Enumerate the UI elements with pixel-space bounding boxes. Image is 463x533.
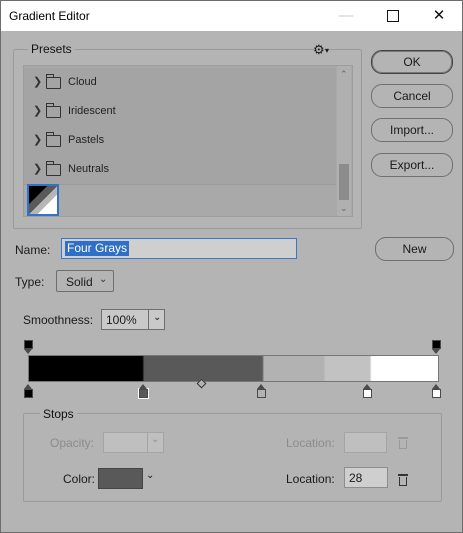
minimize-button[interactable]: — <box>323 1 369 31</box>
chevron-down-icon[interactable]: ⌄ <box>151 434 159 445</box>
opacity-label: Opacity: <box>50 436 95 450</box>
preset-folder-iridescent[interactable]: ❯ Iridescent <box>24 97 336 127</box>
color-label: Color: <box>63 472 96 486</box>
gradient-bar[interactable] <box>28 355 439 382</box>
folder-icon <box>46 161 61 176</box>
chevron-right-icon[interactable]: ❯ <box>33 75 42 88</box>
stops-group <box>23 413 442 502</box>
color-location-value[interactable]: 28 <box>349 471 362 485</box>
title-bar: Gradient Editor — ✕ <box>1 1 462 31</box>
color-stop[interactable] <box>257 384 267 398</box>
preset-folder-label: Pastels <box>68 134 105 146</box>
chevron-right-icon[interactable]: ❯ <box>33 162 42 175</box>
ok-button[interactable]: OK <box>371 50 453 74</box>
color-stop[interactable] <box>432 384 441 398</box>
maximize-button[interactable] <box>370 1 416 31</box>
presets-menu-caret-icon[interactable]: ▾ <box>325 46 329 55</box>
chevron-right-icon[interactable]: ❯ <box>33 104 42 117</box>
new-button[interactable]: New <box>375 237 454 261</box>
color-stop[interactable] <box>24 384 33 398</box>
preset-folder-label: Iridescent <box>68 105 116 117</box>
type-select-value: Solid <box>66 275 93 289</box>
presets-gear-icon[interactable]: ⚙ <box>313 42 325 58</box>
chevron-down-icon: ⌄ <box>99 274 108 285</box>
smoothness-value[interactable]: 100% <box>106 313 137 327</box>
chevron-right-icon[interactable]: ❯ <box>33 133 42 146</box>
export-button[interactable]: Export... <box>371 153 453 177</box>
opacity-field[interactable]: ⌄ <box>103 432 164 453</box>
folder-icon <box>46 132 61 147</box>
name-input-value[interactable]: Four Grays <box>65 241 130 256</box>
color-stop[interactable] <box>138 384 148 398</box>
opacity-stop[interactable] <box>24 340 33 354</box>
color-swatch[interactable] <box>98 468 143 489</box>
delete-color-stop-icon[interactable] <box>398 474 408 486</box>
type-select[interactable]: Solid ⌄ <box>56 270 114 292</box>
scroll-down-icon[interactable]: ⌄ <box>340 203 348 214</box>
color-stop[interactable] <box>363 384 373 398</box>
chevron-down-icon[interactable]: ⌄ <box>146 470 154 481</box>
preset-folder-label: Neutrals <box>68 163 109 175</box>
type-label: Type: <box>15 275 45 289</box>
color-location-label: Location: <box>286 472 335 486</box>
smoothness-field[interactable]: 100% ⌄ <box>101 309 165 330</box>
opacity-stop[interactable] <box>432 340 441 354</box>
scroll-up-icon[interactable]: ⌃ <box>340 69 348 80</box>
gradient-editor-window: Gradient Editor — ✕ Presets ⚙ ▾ ❯ Cloud … <box>0 0 463 533</box>
presets-list[interactable]: ❯ Cloud ❯ Iridescent ❯ Pastels ❯ Neutral… <box>23 65 353 217</box>
opacity-separator <box>147 433 148 452</box>
import-button[interactable]: Import... <box>371 118 453 142</box>
preset-folder-label: Cloud <box>68 76 97 88</box>
opacity-location-field[interactable] <box>344 432 387 453</box>
presets-scrollbar[interactable]: ⌃ ⌄ <box>337 66 351 216</box>
delete-opacity-stop-icon[interactable] <box>398 437 408 449</box>
window-title: Gradient Editor <box>9 9 90 23</box>
name-label: Name: <box>15 243 51 257</box>
smoothness-separator <box>148 310 149 329</box>
maximize-icon <box>387 10 399 23</box>
presets-label: Presets <box>28 42 75 56</box>
color-location-field[interactable]: 28 <box>344 467 388 488</box>
preset-folder-neutrals[interactable]: ❯ Neutrals <box>24 155 336 185</box>
name-input[interactable]: Four Grays <box>61 238 297 259</box>
cancel-button[interactable]: Cancel <box>371 84 453 108</box>
stops-label: Stops <box>40 407 77 421</box>
scrollbar-thumb[interactable] <box>339 164 349 200</box>
close-button[interactable]: ✕ <box>416 1 462 31</box>
preset-folder-pastels[interactable]: ❯ Pastels <box>24 126 336 156</box>
preset-swatch-four-grays[interactable] <box>27 184 59 216</box>
smoothness-label: Smoothness: <box>23 313 94 327</box>
opacity-location-label: Location: <box>286 436 335 450</box>
folder-icon <box>46 74 61 89</box>
preset-folder-cloud[interactable]: ❯ Cloud <box>24 68 336 98</box>
chevron-down-icon[interactable]: ⌄ <box>153 312 161 323</box>
folder-icon <box>46 103 61 118</box>
